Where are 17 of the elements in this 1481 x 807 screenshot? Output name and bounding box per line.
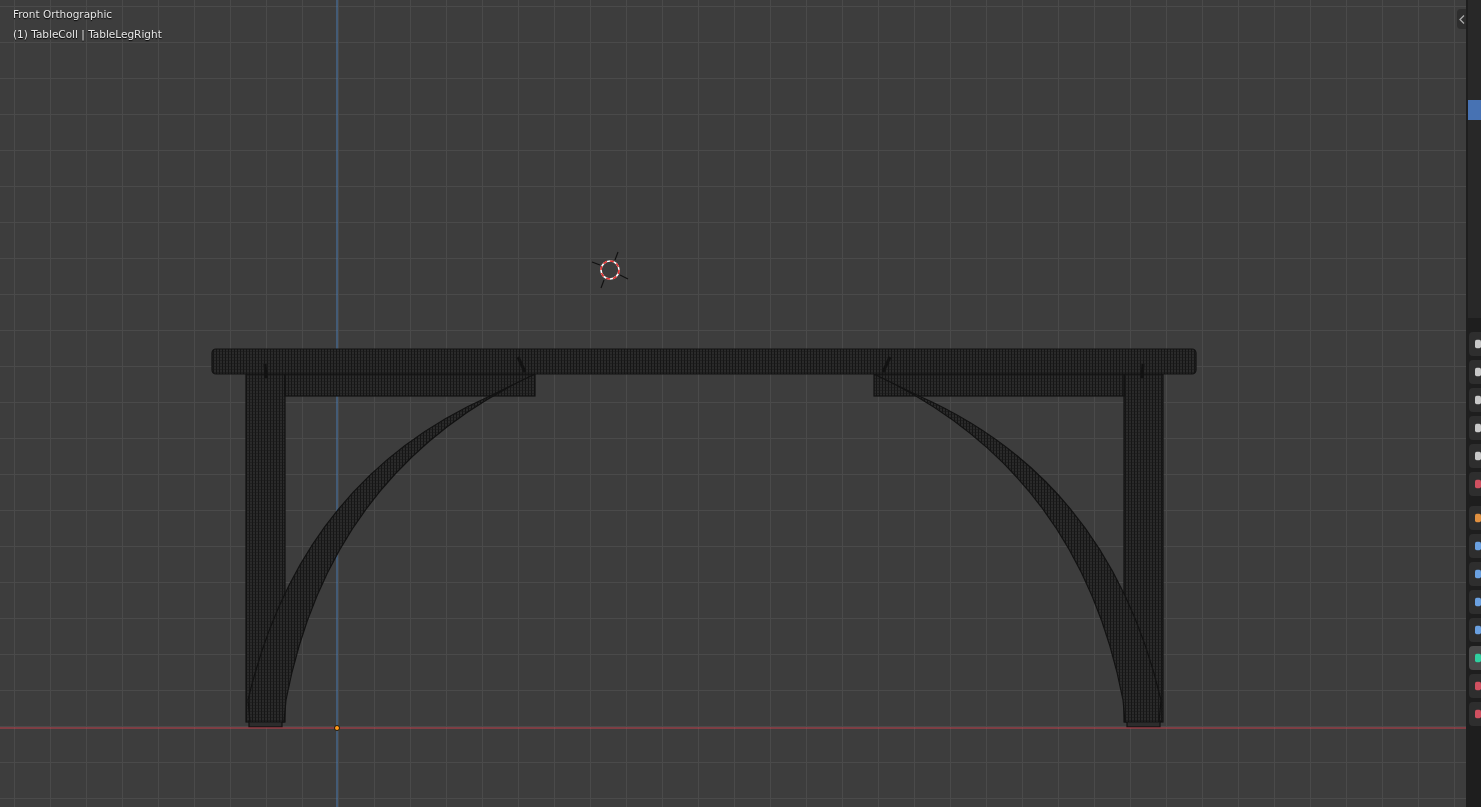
view-name: Front Orthographic xyxy=(13,7,114,22)
properties-tab[interactable] xyxy=(1469,360,1481,384)
properties-tab[interactable] xyxy=(1469,332,1481,356)
viewport[interactable]: Front Orthographic (1) TableColl | TableLegRight xyxy=(0,0,1466,807)
properties-tab[interactable] xyxy=(1469,416,1481,440)
object-info: (1) TableColl | TableLegRight xyxy=(13,27,162,42)
origin-dot xyxy=(334,725,340,731)
properties-tab[interactable] xyxy=(1469,388,1481,412)
properties-tab[interactable] xyxy=(1469,534,1481,558)
properties-tab[interactable] xyxy=(1469,506,1481,530)
3d-cursor-icon[interactable] xyxy=(591,251,629,289)
chevron-left-icon[interactable] xyxy=(1457,9,1466,29)
properties-tab[interactable] xyxy=(1469,444,1481,468)
properties-tab[interactable] xyxy=(1469,590,1481,614)
properties-tab[interactable] xyxy=(1469,562,1481,586)
properties-tab[interactable] xyxy=(1469,618,1481,642)
properties-tab[interactable] xyxy=(1469,646,1481,670)
